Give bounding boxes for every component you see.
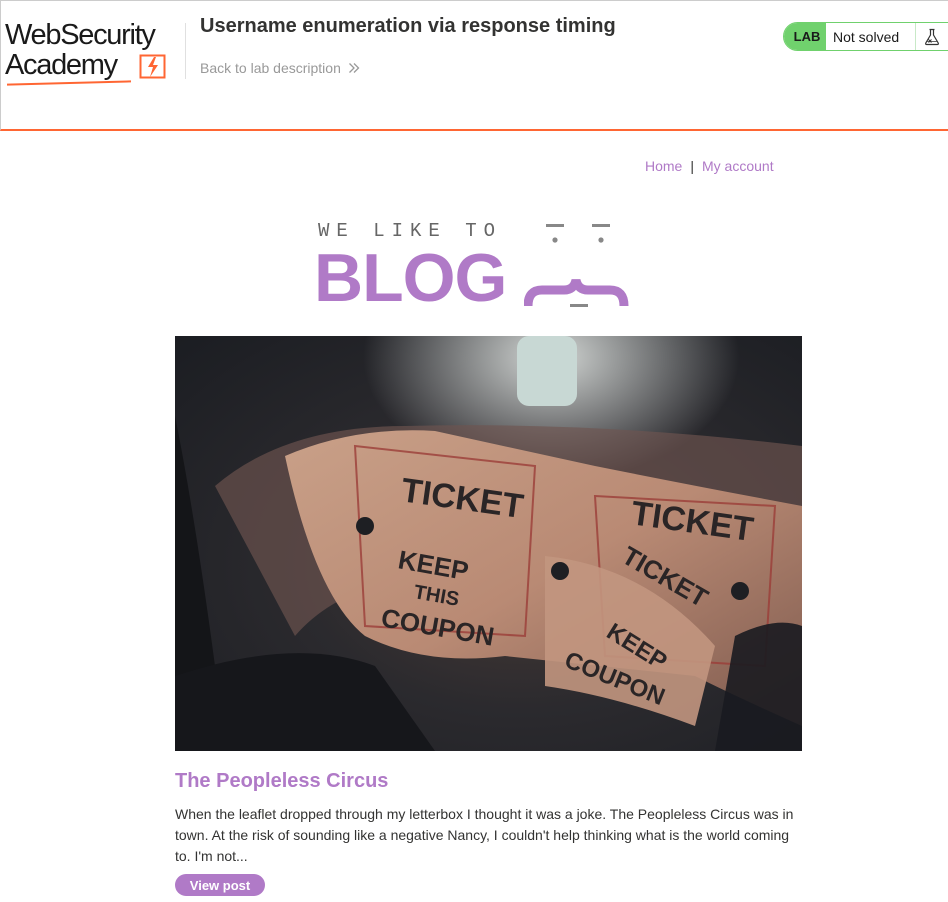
back-to-lab-description-link[interactable]: Back to lab description xyxy=(200,60,360,76)
nav-my-account-link[interactable]: My account xyxy=(702,158,774,174)
lab-status-text: Not solved xyxy=(826,23,916,50)
lab-badge: LAB xyxy=(784,23,826,50)
flask-icon xyxy=(916,23,948,50)
lightning-bolt-icon xyxy=(139,54,166,79)
top-nav: Home | My account xyxy=(645,158,774,174)
post-title[interactable]: The Peopleless Circus xyxy=(175,770,388,793)
ticket-roll-illustration: TICKET KEEP THIS COUPON TICKET TICKET KE… xyxy=(175,336,802,751)
blog-header-logo: WE LIKE TO BLOG xyxy=(314,210,634,316)
lab-title: Username enumeration via response timing xyxy=(200,15,616,37)
nav-separator: | xyxy=(690,158,694,174)
double-chevron-right-icon xyxy=(348,63,360,73)
blog-title: BLOG xyxy=(314,240,507,316)
academy-header: WebSecurity Academy Username enumeration… xyxy=(0,0,948,131)
web-security-academy-logo[interactable]: WebSecurity Academy xyxy=(5,19,183,87)
logo-text-line1: WebSecurity xyxy=(5,19,156,51)
logo-divider xyxy=(185,23,186,79)
blog-face-icon xyxy=(524,224,629,307)
post-summary: When the leaflet dropped through my lett… xyxy=(175,806,794,864)
blog-tagline: WE LIKE TO xyxy=(318,220,503,242)
lab-status-widget: LAB Not solved xyxy=(783,22,948,51)
view-post-button[interactable]: View post xyxy=(175,874,265,896)
logo-text-line2: Academy xyxy=(5,49,118,81)
logo-underline xyxy=(6,80,132,86)
back-link-label: Back to lab description xyxy=(200,60,341,76)
movie-ticket-roll-image[interactable]: TICKET KEEP THIS COUPON TICKET TICKET KE… xyxy=(175,336,802,751)
nav-home-link[interactable]: Home xyxy=(645,158,682,174)
